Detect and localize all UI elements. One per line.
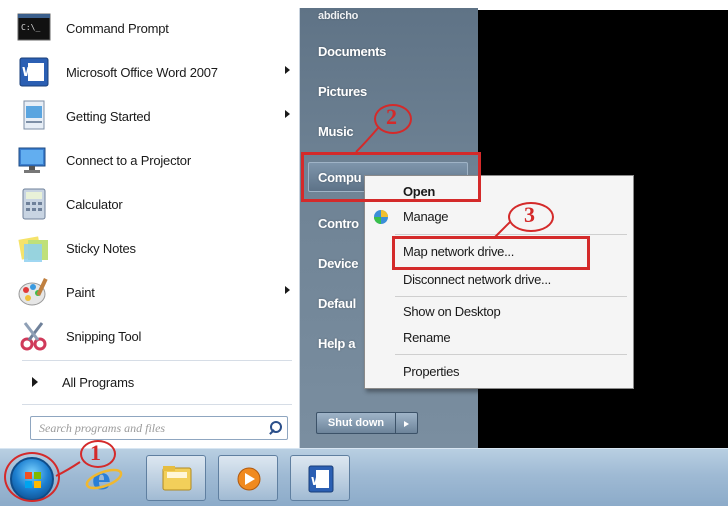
- svg-text:W: W: [22, 65, 35, 79]
- help-link[interactable]: Help a: [318, 336, 356, 351]
- media-player-icon: [237, 467, 261, 491]
- annotation-computer-highlight: [301, 152, 481, 202]
- taskbar-media-player-button[interactable]: [218, 455, 278, 501]
- program-word-2007[interactable]: W Microsoft Office Word 2007: [14, 52, 300, 92]
- pictures-link[interactable]: Pictures: [318, 84, 367, 99]
- menu-divider: [395, 234, 627, 235]
- program-label: Snipping Tool: [66, 328, 142, 344]
- manage-shield-icon: [374, 210, 388, 224]
- all-programs-label: All Programs: [62, 374, 135, 390]
- projector-icon: [16, 142, 52, 178]
- annotation-step3-label: 3: [524, 202, 535, 227]
- submenu-arrow-icon: [285, 66, 290, 74]
- program-label: Calculator: [66, 196, 123, 212]
- annotation-step1-label: 1: [90, 440, 101, 465]
- word-icon: W: [308, 465, 334, 493]
- svg-text:C:\_: C:\_: [21, 23, 40, 32]
- calculator-icon: [16, 186, 52, 222]
- program-label: Paint: [66, 284, 95, 300]
- taskbar-word-button[interactable]: W: [290, 455, 350, 501]
- submenu-arrow-icon: [285, 286, 290, 294]
- menu-item-show-on-desktop[interactable]: Show on Desktop: [403, 304, 501, 319]
- search-box[interactable]: [30, 416, 288, 440]
- program-sticky-notes[interactable]: Sticky Notes: [14, 228, 300, 268]
- control-panel-link[interactable]: Contro: [318, 216, 359, 231]
- getting-started-icon: [16, 98, 52, 134]
- menu-divider: [22, 360, 292, 361]
- music-link[interactable]: Music: [318, 124, 354, 139]
- search-input[interactable]: [31, 417, 265, 439]
- all-programs-button[interactable]: All Programs: [14, 368, 300, 396]
- paint-icon: [16, 274, 52, 310]
- screen: C:\_ Command Prompt W Microsoft Office W…: [0, 0, 728, 506]
- program-command-prompt[interactable]: C:\_ Command Prompt: [14, 8, 300, 48]
- program-calculator[interactable]: Calculator: [14, 184, 300, 224]
- menu-divider: [395, 354, 627, 355]
- program-label: Command Prompt: [66, 20, 169, 36]
- svg-text:W: W: [311, 475, 323, 488]
- shutdown-button[interactable]: Shut down: [316, 412, 396, 434]
- annotation-step2-label: 2: [386, 104, 397, 129]
- search-icon[interactable]: [265, 417, 287, 439]
- annotation-start-circle: [4, 452, 60, 502]
- word-icon: W: [16, 54, 52, 90]
- program-getting-started[interactable]: Getting Started: [14, 96, 300, 136]
- sticky-notes-icon: [16, 230, 52, 266]
- program-paint[interactable]: Paint: [14, 272, 300, 312]
- shutdown-options-arrow-icon[interactable]: [396, 412, 418, 434]
- program-snipping-tool[interactable]: Snipping Tool: [14, 316, 300, 356]
- program-label: Sticky Notes: [66, 240, 136, 256]
- menu-item-manage[interactable]: Manage: [403, 209, 448, 224]
- default-programs-link[interactable]: Defaul: [318, 296, 356, 311]
- menu-divider: [395, 296, 627, 297]
- shutdown-control: Shut down: [316, 412, 420, 434]
- command-prompt-icon: C:\_: [16, 10, 52, 46]
- program-label: Getting Started: [66, 108, 151, 124]
- documents-link[interactable]: Documents: [318, 44, 386, 59]
- taskbar-explorer-button[interactable]: [146, 455, 206, 501]
- annotation-map-network-drive-highlight: [392, 236, 590, 270]
- menu-item-properties[interactable]: Properties: [403, 364, 460, 379]
- start-menu-programs-panel: C:\_ Command Prompt W Microsoft Office W…: [8, 8, 300, 448]
- menu-item-disconnect-network-drive[interactable]: Disconnect network drive...: [403, 272, 551, 287]
- user-name-link[interactable]: abdicho: [318, 10, 358, 22]
- snipping-tool-icon: [16, 318, 52, 354]
- folder-icon: [162, 466, 192, 491]
- menu-item-rename[interactable]: Rename: [403, 330, 451, 345]
- submenu-arrow-icon: [285, 110, 290, 118]
- program-label: Microsoft Office Word 2007: [66, 64, 218, 80]
- program-connect-projector[interactable]: Connect to a Projector: [14, 140, 300, 180]
- menu-divider: [22, 404, 292, 405]
- program-label: Connect to a Projector: [66, 152, 191, 168]
- expand-arrow-icon: [32, 377, 38, 387]
- devices-link[interactable]: Device: [318, 256, 358, 271]
- computer-context-menu: Open Manage Map network drive... Disconn…: [364, 175, 634, 389]
